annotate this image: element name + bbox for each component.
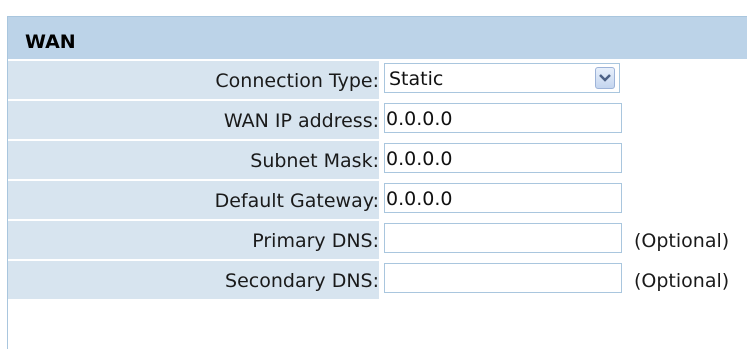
section-title: WAN [25, 31, 76, 53]
wan-ip-input[interactable] [384, 103, 622, 133]
wan-ip-label: WAN IP address: [223, 110, 379, 132]
connection-type-value-cell: Static [381, 61, 747, 101]
primary-dns-value-cell: (Optional) [381, 221, 747, 261]
secondary-dns-label: Secondary DNS: [225, 270, 379, 292]
secondary-dns-row: Secondary DNS: (Optional) [8, 261, 747, 301]
primary-dns-optional-note: (Optional) [634, 230, 730, 252]
default-gateway-value-cell [381, 181, 747, 221]
wan-ip-value-cell [381, 101, 747, 141]
primary-dns-row: Primary DNS: (Optional) [8, 221, 747, 261]
wan-ip-row: WAN IP address: [8, 101, 747, 141]
subnet-mask-label: Subnet Mask: [250, 150, 379, 172]
primary-dns-label-cell: Primary DNS: [8, 221, 379, 261]
subnet-mask-input[interactable] [384, 143, 622, 173]
default-gateway-row: Default Gateway: [8, 181, 747, 221]
subnet-mask-row: Subnet Mask: [8, 141, 747, 181]
default-gateway-label: Default Gateway: [214, 190, 379, 212]
connection-type-select[interactable]: Static [384, 63, 620, 93]
secondary-dns-optional-note: (Optional) [634, 270, 730, 292]
default-gateway-input[interactable] [384, 183, 622, 213]
connection-type-selected-value: Static [389, 68, 444, 90]
wan-settings-panel: WAN Connection Type: Static WAN IP addre… [7, 16, 747, 349]
chevron-down-icon[interactable] [595, 67, 615, 89]
subnet-mask-value-cell [381, 141, 747, 181]
primary-dns-label: Primary DNS: [252, 230, 379, 252]
default-gateway-label-cell: Default Gateway: [8, 181, 379, 221]
wan-ip-label-cell: WAN IP address: [8, 101, 379, 141]
section-header: WAN [8, 17, 747, 61]
primary-dns-input[interactable] [384, 223, 622, 253]
connection-type-row: Connection Type: Static [8, 61, 747, 101]
connection-type-label: Connection Type: [215, 70, 379, 92]
secondary-dns-label-cell: Secondary DNS: [8, 261, 379, 301]
secondary-dns-input[interactable] [384, 263, 622, 293]
subnet-mask-label-cell: Subnet Mask: [8, 141, 379, 181]
secondary-dns-value-cell: (Optional) [381, 261, 747, 301]
connection-type-label-cell: Connection Type: [8, 61, 379, 101]
